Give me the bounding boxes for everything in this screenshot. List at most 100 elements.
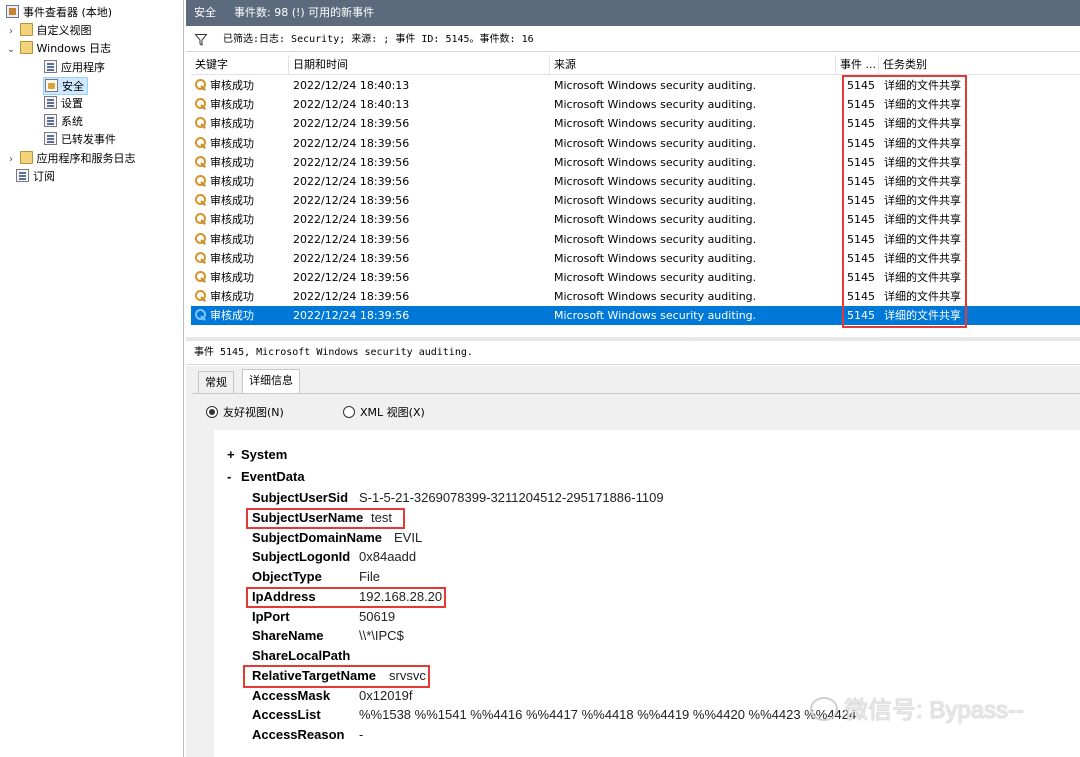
tree-item-system[interactable]: 系统 [44, 113, 83, 131]
table-row[interactable]: 审核成功 2022/12/24 18:39:56 Microsoft Windows… [191, 268, 1080, 287]
column-header-keyword[interactable]: 关键字 [191, 55, 289, 75]
column-header-date[interactable]: 日期和时间 [289, 55, 550, 75]
column-header-event-id[interactable]: 事件 ... [836, 55, 879, 75]
section-eventdata[interactable]: - EventData [227, 469, 305, 485]
tree-root-label: 事件查看器 (本地) [23, 6, 113, 19]
cell-event-id-text: 5145 [847, 98, 875, 112]
tree-item-label: 设置 [61, 97, 83, 110]
cell-task-category-text: 详细的文件共享 [884, 290, 961, 304]
expand-icon[interactable]: + [227, 447, 241, 463]
cell-source: Microsoft Windows security auditing. [554, 172, 839, 191]
cell-task-category: 详细的文件共享 [884, 287, 984, 306]
cell-source-text: Microsoft Windows security auditing. [554, 98, 757, 112]
cell-date-text: 2022/12/24 18:39:56 [293, 271, 410, 284]
key-icon [195, 155, 207, 168]
table-row[interactable]: 审核成功 2022/12/24 18:39:56 Microsoft Windows… [191, 114, 1080, 133]
table-row[interactable]: 审核成功 2022/12/24 18:39:56 Microsoft Windows… [191, 134, 1080, 153]
key-icon [195, 98, 207, 110]
cell-keyword-text: 审核成功 [210, 98, 254, 112]
tree-item-setup[interactable]: 设置 [44, 95, 83, 113]
table-row[interactable]: 审核成功 2022/12/24 18:39:56 Microsoft Windows… [191, 153, 1080, 172]
cell-keyword: 审核成功 [195, 172, 287, 191]
filter-text: 已筛选:日志: Security; 来源: ; 事件 ID: 5145。事件数:… [223, 34, 534, 45]
cell-task-category-text: 详细的文件共享 [884, 136, 961, 150]
tree-item-label: 应用程序和服务日志 [36, 152, 136, 165]
section-system[interactable]: + System [227, 447, 287, 463]
tree-item-app-services-logs[interactable]: › 应用程序和服务日志 [6, 150, 136, 168]
field-name: SubjectUserName [252, 509, 364, 525]
cell-source-text: Microsoft Windows security auditing. [554, 117, 757, 131]
cell-keyword-text: 审核成功 [210, 232, 254, 246]
table-row[interactable]: 审核成功 2022/12/24 18:40:13 Microsoft Windows… [191, 95, 1080, 114]
tab-details[interactable]: 详细信息 [242, 369, 300, 394]
cell-keyword: 审核成功 [195, 153, 287, 172]
field-name: AccessMask [252, 687, 331, 703]
cell-task-category-text: 详细的文件共享 [884, 251, 961, 265]
field-name: IpPort [252, 608, 290, 624]
cell-date: 2022/12/24 18:39:56 [293, 287, 548, 306]
tree-item-subscriptions[interactable]: 订阅 [16, 168, 55, 186]
chevron-down-icon[interactable]: ⌄ [6, 41, 16, 59]
field-name: IpAddress [252, 588, 316, 604]
details-header: 事件 5145, Microsoft Windows security audi… [186, 341, 1080, 365]
cell-source: Microsoft Windows security auditing. [554, 76, 839, 95]
cell-date: 2022/12/24 18:39:56 [293, 306, 548, 325]
cell-task-category: 详细的文件共享 [884, 153, 984, 172]
table-row[interactable]: 审核成功 2022/12/24 18:39:56 Microsoft Windows… [191, 230, 1080, 249]
collapse-icon[interactable]: - [227, 469, 241, 485]
tree-item-application[interactable]: 应用程序 [44, 59, 105, 77]
table-row[interactable]: 审核成功 2022/12/24 18:39:56 Microsoft Windows… [191, 249, 1080, 268]
table-row[interactable]: 审核成功 2022/12/24 18:39:56 Microsoft Windows… [191, 287, 1080, 306]
cell-keyword: 审核成功 [195, 249, 287, 268]
tree-item-label: 应用程序 [61, 61, 105, 74]
field-value: 50619 [359, 608, 396, 624]
table-row[interactable]: 审核成功 2022/12/24 18:39:56 Microsoft Windows… [191, 210, 1080, 229]
cell-event-id-text: 5145 [847, 309, 875, 323]
tab-general[interactable]: 常规 [198, 371, 234, 393]
cell-keyword-text: 审核成功 [210, 79, 254, 92]
cell-keyword: 审核成功 [195, 191, 287, 210]
field-value: - [359, 727, 364, 742]
cell-date: 2022/12/24 18:40:13 [293, 76, 548, 95]
column-header-task-category[interactable]: 任务类别 [879, 55, 999, 75]
table-row[interactable]: 审核成功 2022/12/24 18:40:13 Microsoft Windows… [191, 76, 1080, 95]
cell-task-category: 详细的文件共享 [884, 306, 984, 325]
cell-event-id: 5145 [847, 134, 877, 153]
tree-item-custom-views[interactable]: › 自定义视图 [6, 22, 92, 40]
table-row[interactable]: 审核成功 2022/12/24 18:39:56 Microsoft Windows… [191, 306, 1080, 326]
cell-source: Microsoft Windows security auditing. [554, 134, 839, 153]
cell-keyword: 审核成功 [195, 134, 287, 153]
cell-date-text: 2022/12/24 18:39:56 [293, 194, 410, 208]
field-value: %%1538 %%1541 %%4416 %%4417 %%4418 %%441… [359, 707, 857, 723]
cell-event-id: 5145 [847, 95, 877, 114]
log-icon [44, 114, 57, 127]
cell-event-id-text: 5145 [847, 251, 875, 265]
key-icon [195, 213, 207, 225]
cell-task-category: 详细的文件共享 [884, 134, 984, 153]
tree-item-forwarded-events[interactable]: 已转发事件 [44, 131, 116, 149]
log-icon [44, 132, 57, 145]
log-icon [44, 96, 57, 109]
radio-checked-icon[interactable] [206, 406, 218, 418]
radio-xml-view[interactable]: XML 视图(X) [343, 406, 425, 420]
radio-friendly-view[interactable]: 友好视图(N) [206, 406, 284, 420]
chevron-right-icon[interactable]: › [6, 23, 16, 41]
tree-root[interactable]: 事件查看器 (本地) [6, 4, 112, 22]
cell-event-id-text: 5145 [847, 136, 875, 150]
tree-item-label: 已转发事件 [61, 133, 116, 146]
cell-keyword: 审核成功 [195, 230, 287, 249]
table-row[interactable]: 审核成功 2022/12/24 18:39:56 Microsoft Windows… [191, 172, 1080, 191]
table-row[interactable]: 审核成功 2022/12/24 18:39:56 Microsoft Windows… [191, 191, 1080, 210]
cell-event-id: 5145 [847, 306, 877, 325]
cell-task-category: 详细的文件共享 [884, 249, 984, 268]
tree-item-security[interactable]: 安全 [43, 77, 88, 95]
radio-unchecked-icon[interactable] [343, 406, 355, 418]
cell-source-text: Microsoft Windows security auditing. [554, 309, 757, 323]
cell-keyword: 审核成功 [195, 306, 287, 325]
column-header-source[interactable]: 来源 [550, 55, 836, 75]
log-title: 安全 [194, 6, 216, 19]
tree-item-windows-logs[interactable]: ⌄ Windows 日志 [6, 40, 111, 58]
field-value: File [359, 569, 380, 584]
cell-event-id: 5145 [847, 268, 877, 287]
chevron-right-icon[interactable]: › [6, 151, 16, 169]
